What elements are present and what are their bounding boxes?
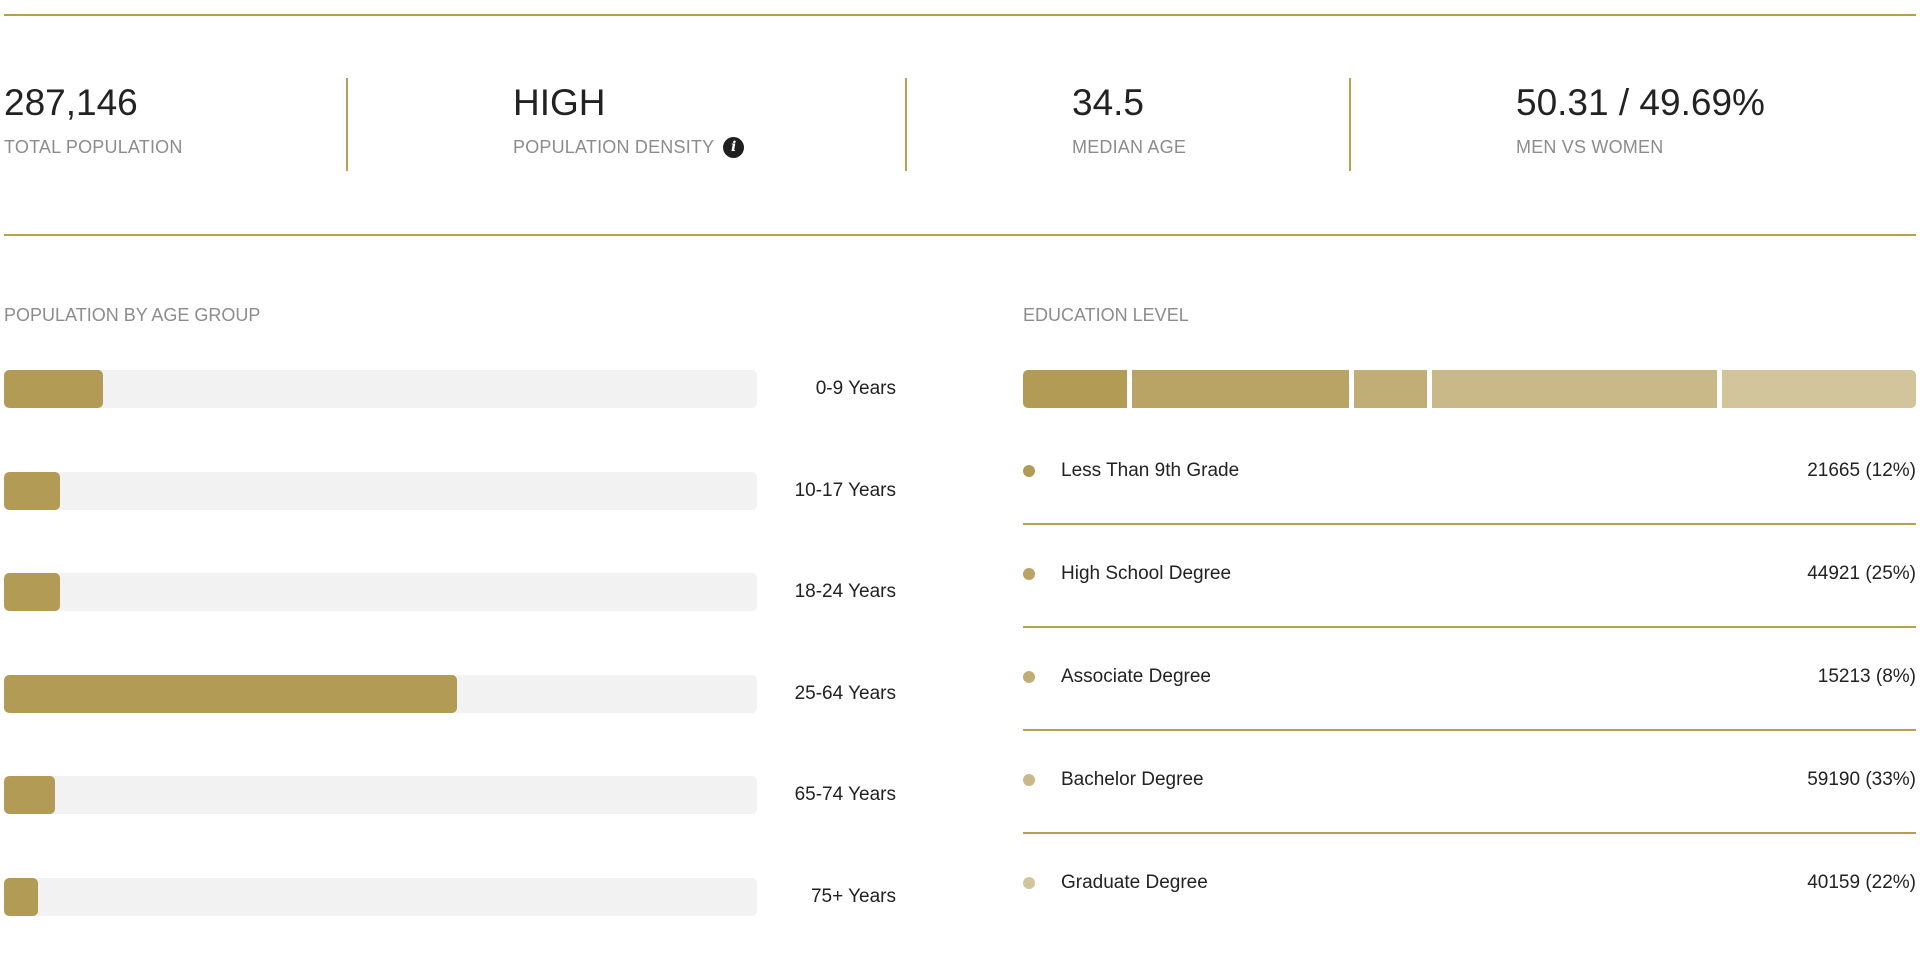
stat-value: 287,146	[4, 82, 138, 123]
legend-dot-icon	[1023, 671, 1035, 683]
stat-label: TOTAL POPULATION	[4, 136, 183, 158]
age-bar-fill	[4, 370, 104, 408]
age-bar-fill	[4, 878, 38, 916]
age-group-row: 18-24 Years	[4, 573, 896, 611]
age-group-row: 25-64 Years	[4, 675, 896, 713]
stat-total-population: 287,146 TOTAL POPULATION	[4, 81, 183, 158]
age-group-label: 25-64 Years	[794, 683, 896, 704]
education-list-item: Graduate Degree 40159 (22%)	[1023, 863, 1916, 903]
stat-value: 50.31 / 49.69%	[1516, 82, 1765, 123]
stat-divider	[905, 78, 907, 171]
stat-label-text: MEN VS WOMEN	[1516, 137, 1664, 157]
age-bar-track	[4, 472, 757, 510]
age-bar-fill	[4, 675, 458, 713]
stat-median-age: 34.5 MEDIAN AGE	[1072, 81, 1186, 158]
age-section-title: POPULATION BY AGE GROUP	[4, 305, 261, 325]
education-row-divider	[1023, 523, 1916, 525]
age-group-row: 75+ Years	[4, 878, 896, 916]
education-level-name: Graduate Degree	[1061, 872, 1208, 893]
education-level-value: 59190 (33%)	[1807, 769, 1916, 790]
stat-population-density: HIGH POPULATION DENSITY i	[513, 81, 745, 158]
education-list-item: High School Degree 44921 (25%)	[1023, 554, 1916, 594]
education-level-name: Less Than 9th Grade	[1061, 460, 1240, 481]
education-list-item: Less Than 9th Grade 21665 (12%)	[1023, 451, 1916, 491]
education-bar-segment	[1353, 370, 1428, 408]
education-level-value: 15213 (8%)	[1817, 666, 1916, 687]
age-group-label: 10-17 Years	[794, 480, 896, 501]
age-bar-track	[4, 370, 757, 408]
education-stacked-bar	[1023, 370, 1916, 408]
education-row-divider	[1023, 729, 1916, 731]
education-level-name: Associate Degree	[1061, 666, 1211, 687]
education-row-divider	[1023, 832, 1916, 834]
education-level-name: High School Degree	[1061, 563, 1232, 584]
age-group-label: 65-74 Years	[794, 784, 896, 805]
stat-label: POPULATION DENSITY i	[513, 136, 745, 158]
education-level-value: 44921 (25%)	[1807, 563, 1916, 584]
age-group-row: 65-74 Years	[4, 776, 896, 814]
education-row-divider	[1023, 626, 1916, 628]
age-bar-fill	[4, 776, 56, 814]
age-group-label: 18-24 Years	[794, 581, 896, 602]
age-group-row: 10-17 Years	[4, 472, 896, 510]
legend-dot-icon	[1023, 568, 1035, 580]
age-bar-track	[4, 573, 757, 611]
info-icon[interactable]: i	[723, 136, 745, 158]
age-bar-track	[4, 878, 757, 916]
stat-label-text: MEDIAN AGE	[1072, 137, 1187, 157]
age-bar-fill	[4, 573, 60, 611]
stat-divider	[346, 78, 348, 171]
age-bar-track	[4, 675, 757, 713]
stat-label-text: TOTAL POPULATION	[4, 137, 183, 157]
stat-men-vs-women: 50.31 / 49.69% MEN VS WOMEN	[1516, 81, 1765, 158]
legend-dot-icon	[1023, 774, 1035, 786]
section-divider	[4, 234, 1916, 236]
age-group-label: 75+ Years	[810, 886, 896, 907]
education-level-name: Bachelor Degree	[1061, 769, 1204, 790]
education-list-item: Associate Degree 15213 (8%)	[1023, 657, 1916, 697]
education-level-value: 21665 (12%)	[1807, 460, 1916, 481]
education-bar-segment	[1023, 370, 1128, 408]
stat-label: MEN VS WOMEN	[1516, 136, 1765, 158]
legend-dot-icon	[1023, 877, 1035, 889]
stat-value: 34.5	[1072, 82, 1145, 123]
age-group-row: 0-9 Years	[4, 370, 896, 408]
education-bar-segment	[1722, 370, 1916, 408]
education-bar-segment	[1432, 370, 1718, 408]
stat-label-text: POPULATION DENSITY	[513, 137, 715, 157]
age-bar-track	[4, 776, 757, 814]
age-bar-fill	[4, 472, 61, 510]
stat-divider	[1349, 78, 1351, 171]
legend-dot-icon	[1023, 465, 1035, 477]
stat-value: HIGH	[513, 82, 606, 123]
education-section-title: EDUCATION LEVEL	[1023, 305, 1189, 325]
education-bar-segment	[1132, 370, 1349, 408]
education-list-item: Bachelor Degree 59190 (33%)	[1023, 760, 1916, 800]
education-level-value: 40159 (22%)	[1807, 872, 1916, 893]
stat-label: MEDIAN AGE	[1072, 136, 1186, 158]
stats-bar: 287,146 TOTAL POPULATION HIGH POPULATION…	[4, 14, 1916, 234]
age-group-label: 0-9 Years	[815, 378, 896, 399]
